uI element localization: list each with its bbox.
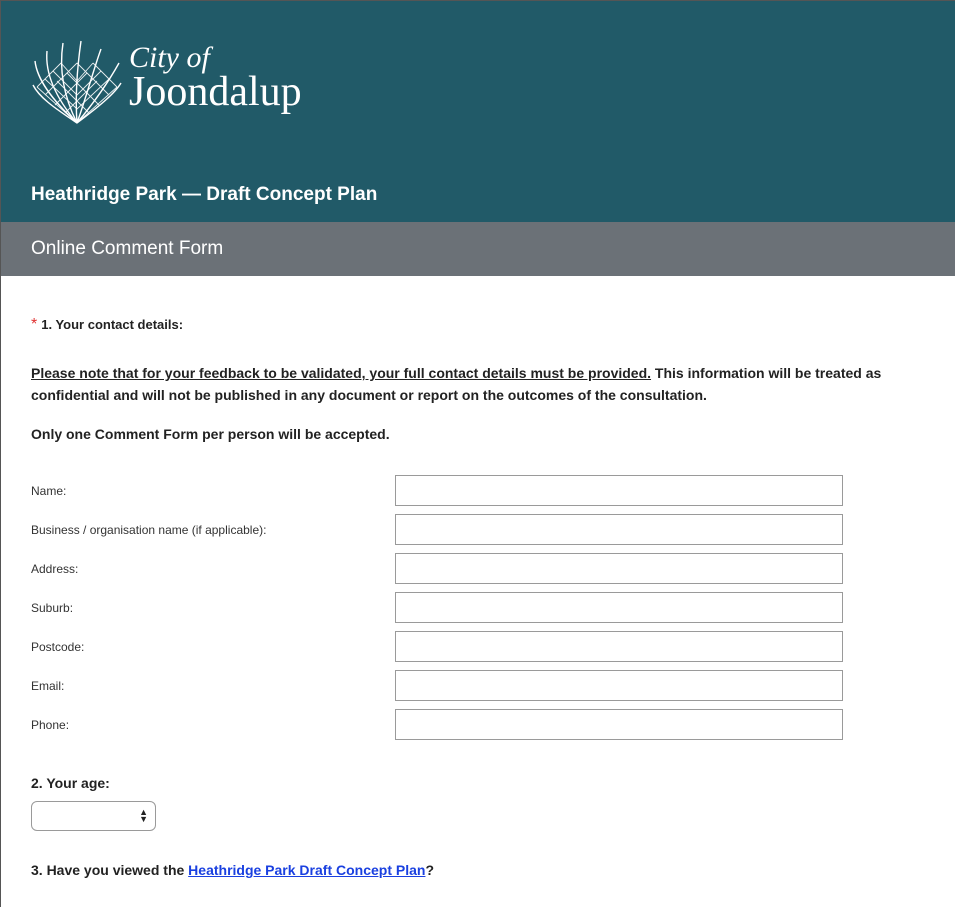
joondalup-logo-icon — [32, 40, 122, 124]
age-select[interactable]: ▲ ▼ — [31, 801, 156, 831]
question-3-prefix: 3. Have you viewed the — [31, 862, 189, 878]
question-3-heading: 3. Have you viewed the Heathridge Park D… — [31, 862, 925, 878]
brand-header: City of Joondalup Heathridge Park — Draf… — [1, 1, 955, 222]
postcode-input[interactable] — [395, 631, 843, 662]
suburb-input[interactable] — [395, 592, 843, 623]
survey-page: City of Joondalup Heathridge Park — Draf… — [0, 0, 955, 907]
phone-row: Phone: — [31, 705, 925, 744]
phone-input[interactable] — [395, 709, 843, 740]
form-content: * 1. Your contact details: Please note th… — [1, 316, 955, 878]
name-input[interactable] — [395, 475, 843, 506]
suburb-label: Suburb: — [31, 600, 74, 615]
privacy-notice: Please note that for your feedback to be… — [31, 362, 931, 406]
name-label: Name: — [31, 483, 67, 498]
logo-wordmark: City of Joondalup — [129, 39, 302, 115]
one-form-notice: Only one Comment Form per person will be… — [31, 426, 390, 442]
business-input[interactable] — [395, 514, 843, 545]
email-input[interactable] — [395, 670, 843, 701]
privacy-notice-underlined: Please note that for your feedback to be… — [31, 365, 652, 381]
survey-title: Heathridge Park — Draft Concept Plan — [31, 184, 378, 205]
form-subtitle-bar: Online Comment Form — [1, 222, 955, 276]
question-3-suffix: ? — [425, 862, 435, 878]
logo-line-joondalup: Joondalup — [129, 69, 302, 115]
required-asterisk: * — [31, 316, 38, 333]
question-1-heading: * 1. Your contact details: — [31, 316, 925, 334]
updown-arrows-icon: ▲ ▼ — [139, 807, 148, 824]
contact-fields: Name: Business / organisation name (if a… — [31, 471, 925, 744]
email-row: Email: — [31, 666, 925, 705]
concept-plan-link[interactable]: Heathridge Park Draft Concept Plan — [188, 862, 425, 878]
postcode-row: Postcode: — [31, 627, 925, 666]
form-subtitle: Online Comment Form — [31, 238, 224, 259]
business-row: Business / organisation name (if applica… — [31, 510, 925, 549]
suburb-row: Suburb: — [31, 588, 925, 627]
city-logo: City of Joondalup — [31, 39, 302, 127]
question-2-heading: 2. Your age: — [31, 775, 110, 791]
phone-label: Phone: — [31, 717, 70, 732]
address-input[interactable] — [395, 553, 843, 584]
name-row: Name: — [31, 471, 925, 510]
address-row: Address: — [31, 549, 925, 588]
business-label: Business / organisation name (if applica… — [31, 522, 267, 537]
email-label: Email: — [31, 678, 65, 693]
address-label: Address: — [31, 561, 79, 576]
question-1-text: 1. Your contact details: — [41, 317, 184, 332]
postcode-label: Postcode: — [31, 639, 85, 654]
